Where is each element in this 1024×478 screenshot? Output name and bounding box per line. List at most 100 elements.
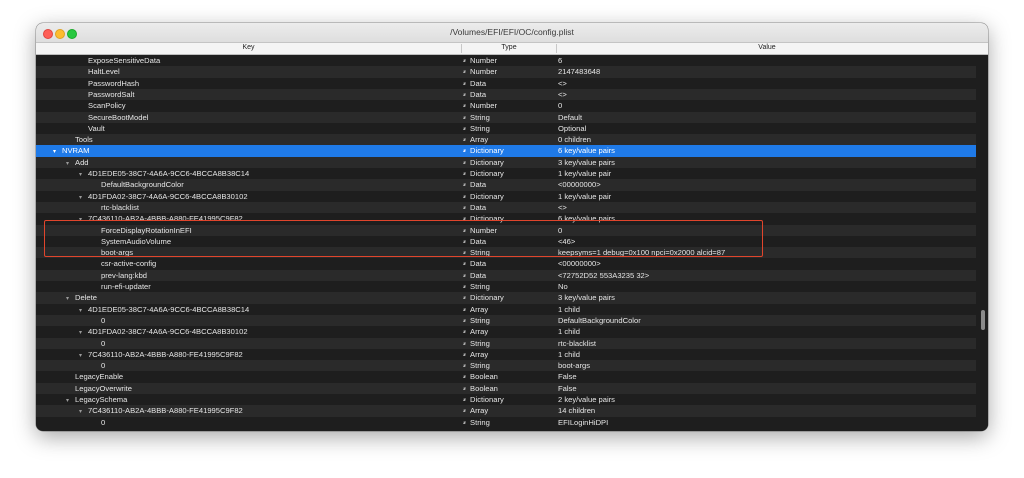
key-cell[interactable]: ▾ Add [36, 157, 486, 168]
value-cell[interactable]: 1 child [558, 326, 976, 337]
updown-stepper-icon[interactable]: ▴▾ [463, 171, 466, 177]
plist-row[interactable]: ▾ LegacySchema ▴▾ Dictionary 2 key/value pai… [36, 394, 976, 405]
key-cell[interactable]: ▾ 4D1FDA02-38C7-4A6A-9CC6-4BCCA8B30102 [36, 326, 499, 337]
key-cell[interactable]: PasswordHash [36, 78, 499, 89]
value-cell[interactable]: Default [558, 112, 976, 123]
key-cell[interactable]: ▾ 4D1EDE05-38C7-4A6A-9CC6-4BCCA8B38C14 [36, 304, 499, 315]
plist-row[interactable]: rtc-blacklist ▴▾ Data <> [36, 201, 976, 214]
value-cell[interactable]: 1 key/value pair [558, 191, 976, 202]
value-cell[interactable]: 6 key/value pairs [558, 145, 976, 156]
updown-stepper-icon[interactable]: ▴▾ [463, 363, 466, 369]
plist-row[interactable]: Vault ▴▾ String Optional [36, 123, 976, 134]
updown-stepper-icon[interactable]: ▴▾ [463, 148, 466, 154]
disclosure-triangle-icon[interactable]: ▾ [79, 193, 85, 202]
key-cell[interactable]: PasswordSalt [36, 89, 499, 100]
type-popup[interactable]: ▴▾ Data [463, 258, 553, 269]
value-cell[interactable]: No [558, 281, 976, 292]
key-cell[interactable]: 0 [36, 360, 512, 371]
type-popup[interactable]: ▴▾ Boolean [463, 383, 553, 394]
type-popup[interactable]: ▴▾ Number [463, 66, 553, 77]
key-cell[interactable]: prev-lang:kbd [36, 270, 512, 281]
key-cell[interactable]: ▾ NVRAM [36, 145, 473, 156]
updown-stepper-icon[interactable]: ▴▾ [463, 58, 466, 64]
disclosure-triangle-icon[interactable]: ▾ [79, 306, 85, 315]
type-popup[interactable]: ▴▾ String [463, 123, 553, 134]
updown-stepper-icon[interactable]: ▴▾ [463, 295, 466, 301]
updown-stepper-icon[interactable]: ▴▾ [463, 115, 466, 121]
type-popup[interactable]: ▴▾ Data [463, 179, 553, 190]
updown-stepper-icon[interactable]: ▴▾ [463, 386, 466, 392]
type-popup[interactable]: ▴▾ Data [463, 78, 553, 89]
value-cell[interactable]: 2147483648 [558, 66, 976, 77]
updown-stepper-icon[interactable]: ▴▾ [463, 307, 466, 313]
updown-stepper-icon[interactable]: ▴▾ [463, 341, 466, 347]
value-cell[interactable]: <72752D52 553A3235 32> [558, 270, 976, 281]
plist-row[interactable]: ▾ NVRAM ▴▾ Dictionary 6 key/value pairs [36, 145, 976, 157]
plist-row[interactable]: PasswordHash ▴▾ Data <> [36, 78, 976, 89]
plist-row[interactable]: ExposeSensitiveData ▴▾ Number 6 [36, 55, 976, 66]
disclosure-triangle-icon[interactable]: ▾ [79, 170, 85, 179]
updown-stepper-icon[interactable]: ▴▾ [463, 92, 466, 98]
type-popup[interactable]: ▴▾ Boolean [463, 371, 553, 382]
type-popup[interactable]: ▴▾ Dictionary [463, 394, 553, 405]
value-cell[interactable]: 2 key/value pairs [558, 394, 976, 405]
plist-row[interactable]: PasswordSalt ▴▾ Data <> [36, 88, 976, 101]
plist-row[interactable]: ▾ Add ▴▾ Dictionary 3 key/value pairs [36, 156, 976, 168]
value-cell[interactable]: DefaultBackgroundColor [558, 315, 976, 326]
value-cell[interactable]: 1 key/value pair [558, 168, 976, 179]
value-cell[interactable]: 1 child [558, 304, 976, 315]
disclosure-triangle-icon[interactable]: ▾ [79, 328, 85, 337]
type-popup[interactable]: ▴▾ Array [463, 349, 553, 360]
key-cell[interactable]: 0 [36, 417, 512, 428]
plist-row[interactable]: 0 ▴▾ String EFILoginHiDPI [36, 417, 976, 428]
updown-stepper-icon[interactable]: ▴▾ [463, 103, 466, 109]
type-popup[interactable]: ▴▾ String [463, 281, 553, 292]
key-cell[interactable]: SecureBootModel [36, 112, 499, 123]
updown-stepper-icon[interactable]: ▴▾ [463, 374, 466, 380]
type-popup[interactable]: ▴▾ String [463, 112, 553, 123]
type-popup[interactable]: ▴▾ Data [463, 202, 553, 213]
updown-stepper-icon[interactable]: ▴▾ [463, 69, 466, 75]
key-cell[interactable]: Tools [36, 134, 486, 145]
plist-row[interactable]: prev-lang:kbd ▴▾ Data <72752D52 553A3235 32… [36, 269, 976, 281]
key-cell[interactable]: ScanPolicy [36, 100, 499, 111]
updown-stepper-icon[interactable]: ▴▾ [463, 420, 466, 426]
type-popup[interactable]: ▴▾ Data [463, 89, 553, 100]
updown-stepper-icon[interactable]: ▴▾ [463, 182, 466, 188]
plist-row[interactable]: 0 ▴▾ String DefaultBackgroundColor [36, 314, 976, 327]
disclosure-triangle-icon[interactable]: ▾ [53, 147, 59, 156]
updown-stepper-icon[interactable]: ▴▾ [463, 205, 466, 211]
value-cell[interactable]: 0 [558, 100, 976, 111]
plist-row[interactable]: 0 ▴▾ String rtc-blacklist [36, 337, 976, 349]
value-cell[interactable]: 3 key/value pairs [558, 157, 976, 168]
plist-row[interactable]: ▾ 4D1FDA02-38C7-4A6A-9CC6-4BCCA8B30102 ▴▾ A… [36, 326, 976, 337]
updown-stepper-icon[interactable]: ▴▾ [463, 352, 466, 358]
updown-stepper-icon[interactable]: ▴▾ [463, 273, 466, 279]
type-popup[interactable]: ▴▾ Data [463, 270, 553, 281]
updown-stepper-icon[interactable]: ▴▾ [463, 261, 466, 267]
key-cell[interactable]: rtc-blacklist [36, 202, 512, 213]
disclosure-triangle-icon[interactable]: ▾ [66, 396, 72, 405]
key-cell[interactable]: DefaultBackgroundColor [36, 179, 512, 190]
type-popup[interactable]: ▴▾ String [463, 360, 553, 371]
updown-stepper-icon[interactable]: ▴▾ [463, 284, 466, 290]
type-popup[interactable]: ▴▾ Number [463, 100, 553, 111]
key-cell[interactable]: run-efi-updater [36, 281, 512, 292]
type-popup[interactable]: ▴▾ Number [463, 55, 553, 66]
plist-row[interactable]: ▾ 4D1EDE05-38C7-4A6A-9CC6-4BCCA8B38C14 ▴▾ A… [36, 304, 976, 315]
value-cell[interactable]: Optional [558, 123, 976, 134]
plist-row[interactable]: ▾ Delete ▴▾ Dictionary 3 key/value pairs [36, 292, 976, 304]
type-popup[interactable]: ▴▾ Dictionary [463, 168, 553, 179]
updown-stepper-icon[interactable]: ▴▾ [463, 81, 466, 87]
type-popup[interactable]: ▴▾ Array [463, 326, 553, 337]
updown-stepper-icon[interactable]: ▴▾ [463, 160, 466, 166]
key-cell[interactable]: ▾ 4D1FDA02-38C7-4A6A-9CC6-4BCCA8B30102 [36, 191, 499, 202]
type-popup[interactable]: ▴▾ String [463, 338, 553, 349]
key-cell[interactable]: ▾ Delete [36, 292, 486, 303]
column-header-type[interactable]: Type [462, 44, 556, 51]
updown-stepper-icon[interactable]: ▴▾ [463, 329, 466, 335]
plist-row[interactable]: SecureBootModel ▴▾ String Default [36, 111, 976, 123]
value-cell[interactable]: <> [558, 89, 976, 100]
key-cell[interactable]: 0 [36, 315, 512, 326]
key-cell[interactable]: 0 [36, 338, 512, 349]
